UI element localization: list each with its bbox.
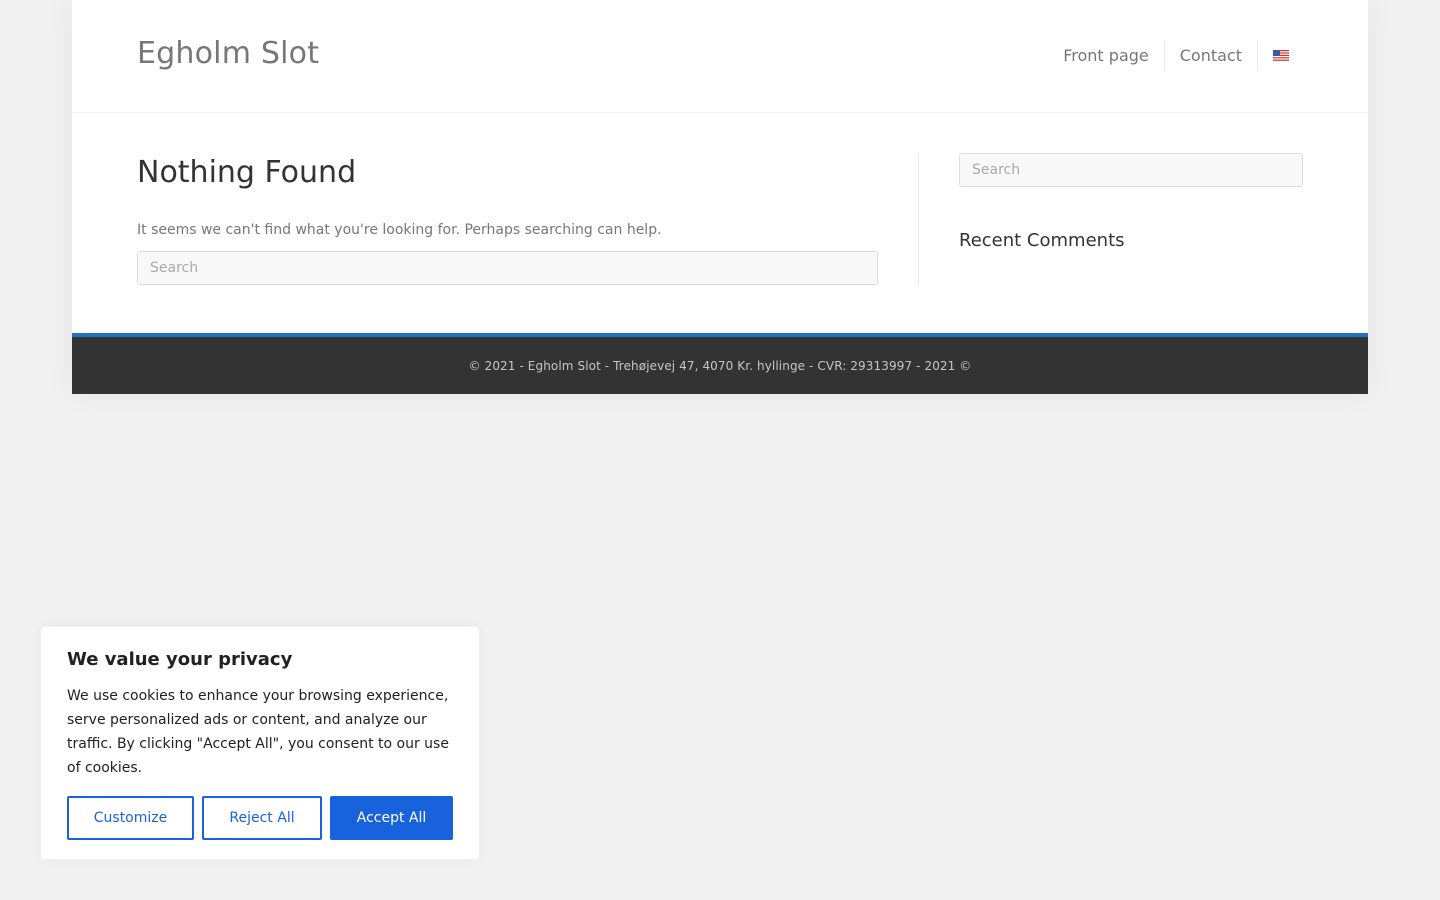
sidebar: Recent Comments	[959, 153, 1303, 253]
footer-copyright: © 2021 - Egholm Slot - Trehøjevej 47, 40…	[468, 358, 972, 373]
nav-item-contact[interactable]: Contact	[1165, 40, 1258, 71]
language-switcher[interactable]	[1258, 40, 1304, 71]
main-navigation: Front page Contact	[1048, 40, 1304, 71]
site-title-link[interactable]: Egholm Slot	[137, 36, 319, 71]
sidebar-divider	[918, 153, 919, 285]
sidebar-search-input[interactable]	[959, 153, 1303, 187]
cookie-banner-title: We value your privacy	[67, 649, 293, 670]
content-area: Nothing Found It seems we can't find wha…	[72, 113, 1368, 333]
main-search-input[interactable]	[137, 251, 878, 285]
nav-item-front-page[interactable]: Front page	[1048, 40, 1165, 71]
page-title: Nothing Found	[137, 155, 357, 190]
customize-button[interactable]: Customize	[67, 796, 194, 840]
page-container: Egholm Slot Front page Contact Nothing F…	[72, 0, 1368, 394]
not-found-message: It seems we can't find what you're looki…	[137, 222, 662, 238]
site-footer: © 2021 - Egholm Slot - Trehøjevej 47, 40…	[72, 337, 1368, 394]
reject-all-button[interactable]: Reject All	[202, 796, 322, 840]
site-header: Egholm Slot Front page Contact	[72, 0, 1368, 113]
cookie-button-group: Customize Reject All Accept All	[67, 796, 453, 840]
primary-content: Nothing Found It seems we can't find wha…	[137, 153, 878, 285]
cookie-consent-banner: We value your privacy We use cookies to …	[40, 626, 480, 860]
accept-all-button[interactable]: Accept All	[330, 796, 453, 840]
cookie-banner-text: We use cookies to enhance your browsing …	[67, 688, 449, 776]
us-flag-icon	[1273, 50, 1289, 61]
recent-comments-title: Recent Comments	[959, 230, 1125, 251]
